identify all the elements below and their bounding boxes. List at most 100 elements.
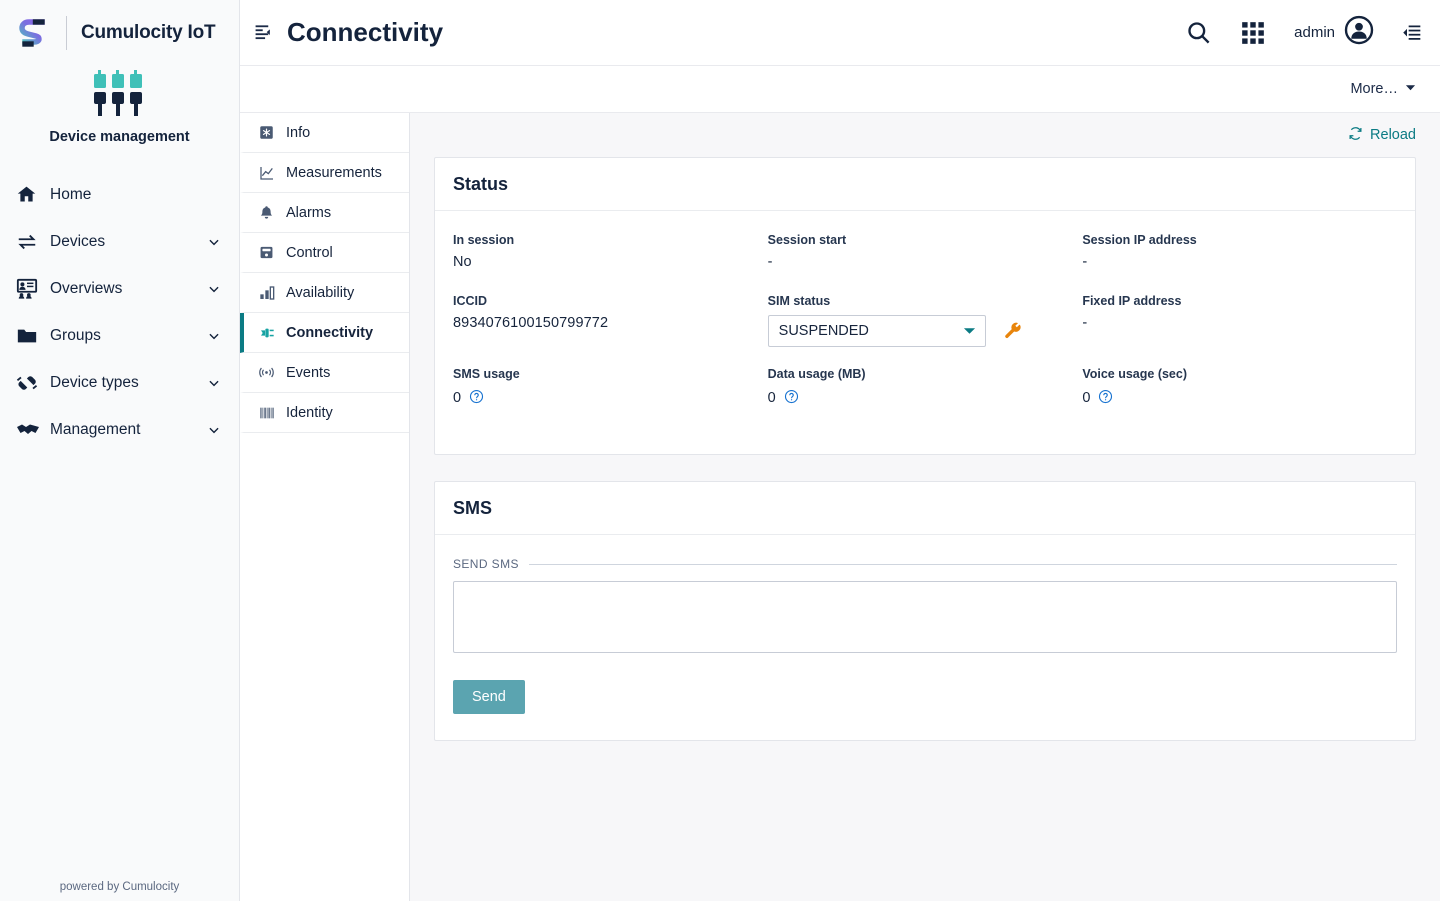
send-sms-button[interactable]: Send	[453, 680, 525, 714]
brand-name: Cumulocity IoT	[81, 22, 216, 43]
field-label: Voice usage (sec)	[1082, 367, 1188, 381]
sms-message-textarea[interactable]	[453, 581, 1397, 653]
app-root: Cumulocity IoT Device management Home De…	[0, 0, 1440, 901]
search-icon[interactable]	[1185, 19, 1212, 46]
sidebar-item-groups[interactable]: Groups	[0, 312, 239, 359]
overviews-icon	[16, 278, 50, 300]
bar-chart-icon	[258, 285, 275, 301]
sidebar-item-device-types[interactable]: Device types	[0, 359, 239, 406]
info-asterisk-icon	[258, 125, 275, 140]
question-circle-icon[interactable]	[469, 389, 484, 408]
chevron-down-icon	[1405, 81, 1416, 97]
main-sidebar: Cumulocity IoT Device management Home De…	[0, 0, 240, 901]
field-label: In session	[453, 233, 515, 247]
sms-card-header: SMS	[435, 482, 1415, 535]
field-value: 0	[767, 390, 776, 406]
sidebar-item-label: Overviews	[50, 279, 123, 297]
send-sms-fieldset: SEND SMS Send	[453, 557, 1397, 714]
sms-card: SMS SEND SMS Send	[434, 481, 1416, 741]
sidebar-item-label: Device types	[50, 373, 139, 391]
chevron-down-icon	[207, 423, 223, 437]
field-value: 0	[453, 390, 462, 406]
list-detail-icon	[254, 23, 273, 42]
more-dropdown-label: More…	[1350, 81, 1398, 97]
tab-identity[interactable]: Identity	[240, 393, 409, 433]
tab-label: Info	[286, 124, 311, 141]
top-header-left: Connectivity	[254, 0, 443, 65]
user-menu[interactable]: admin	[1294, 15, 1374, 50]
field-label: Session start	[767, 233, 847, 247]
sidebar-nav: Home Devices Overviews Groups Device typ…	[0, 171, 239, 453]
sim-status-select[interactable]: SUSPENDED	[767, 315, 986, 347]
reload-row: Reload	[434, 113, 1416, 157]
powered-by-label: powered by Cumulocity	[59, 881, 180, 893]
sidebar-item-management[interactable]: Management	[0, 406, 239, 453]
user-name-label: admin	[1294, 24, 1335, 41]
collapse-panel-icon[interactable]	[1402, 23, 1422, 43]
field-value-row: 0	[453, 388, 752, 408]
devices-icon	[16, 231, 50, 253]
application-title-block: Device management	[0, 66, 239, 155]
sub-header-bar: More…	[240, 66, 1440, 113]
tab-label: Control	[286, 244, 333, 261]
chevron-down-icon	[207, 282, 223, 296]
field-in-session: In session No	[453, 233, 768, 294]
handshake-icon	[16, 418, 50, 442]
field-value: 8934076100150799772	[453, 315, 609, 331]
field-label: SIM status	[767, 294, 831, 308]
tab-label: Availability	[286, 284, 355, 301]
question-circle-icon[interactable]	[784, 389, 799, 408]
tab-control[interactable]: Control	[240, 233, 409, 273]
top-header-right: admin	[1185, 15, 1422, 50]
send-sms-legend: SEND SMS	[453, 557, 519, 571]
tab-label: Alarms	[286, 204, 332, 221]
plug-cross-icon	[16, 372, 50, 394]
field-iccid: ICCID 8934076100150799772	[453, 294, 768, 367]
chevron-down-icon	[207, 235, 223, 249]
field-label: Session IP address	[1082, 233, 1197, 247]
chevron-down-icon	[207, 329, 223, 343]
field-label: SMS usage	[453, 367, 520, 381]
tab-availability[interactable]: Availability	[240, 273, 409, 313]
tab-connectivity[interactable]: Connectivity	[240, 313, 409, 353]
tab-label: Measurements	[286, 164, 382, 181]
wrench-icon[interactable]	[1004, 322, 1023, 341]
field-value: -	[1082, 254, 1088, 270]
barcode-icon	[258, 405, 275, 421]
control-panel-icon	[258, 245, 275, 260]
home-icon	[16, 184, 50, 205]
tab-measurements[interactable]: Measurements	[240, 153, 409, 193]
main-content: Reload Status In session No Session star…	[410, 113, 1440, 901]
field-label: Fixed IP address	[1082, 294, 1182, 308]
app-grid-icon[interactable]	[1240, 20, 1266, 46]
tab-alarms[interactable]: Alarms	[240, 193, 409, 233]
send-sms-legend-row: SEND SMS	[453, 557, 1397, 571]
field-label: Data usage (MB)	[767, 367, 866, 381]
sim-status-row: SUSPENDED	[767, 315, 1067, 347]
field-value-row: 0	[1082, 388, 1381, 408]
chevron-down-icon	[207, 376, 223, 390]
tab-events[interactable]: Events	[240, 353, 409, 393]
sidebar-item-overviews[interactable]: Overviews	[0, 265, 239, 312]
tab-info[interactable]: Info	[240, 113, 409, 153]
field-fixed-ip-address: Fixed IP address -	[1082, 294, 1397, 367]
reload-button[interactable]: Reload	[1348, 126, 1416, 145]
sim-status-selected-value: SUSPENDED	[778, 323, 869, 339]
field-sms-usage: SMS usage 0	[453, 367, 768, 428]
field-session-start: Session start -	[768, 233, 1083, 294]
folder-icon	[16, 325, 50, 347]
legend-divider	[528, 563, 1397, 565]
sidebar-item-home[interactable]: Home	[0, 171, 239, 218]
question-circle-icon[interactable]	[1098, 389, 1113, 408]
status-card: Status In session No Session start - Ses…	[434, 157, 1416, 455]
field-voice-usage: Voice usage (sec) 0	[1082, 367, 1397, 428]
brand-header[interactable]: Cumulocity IoT	[0, 0, 239, 66]
tab-label: Identity	[286, 404, 333, 421]
field-value-row: 0	[768, 388, 1067, 408]
brand-divider	[66, 16, 67, 50]
device-tab-rail: Info Measurements Alarms Control Availab…	[240, 113, 410, 901]
broadcast-icon	[258, 364, 275, 381]
top-header-bar: Connectivity admin	[240, 0, 1440, 66]
more-dropdown-button[interactable]: More…	[1350, 81, 1416, 97]
sidebar-item-devices[interactable]: Devices	[0, 218, 239, 265]
